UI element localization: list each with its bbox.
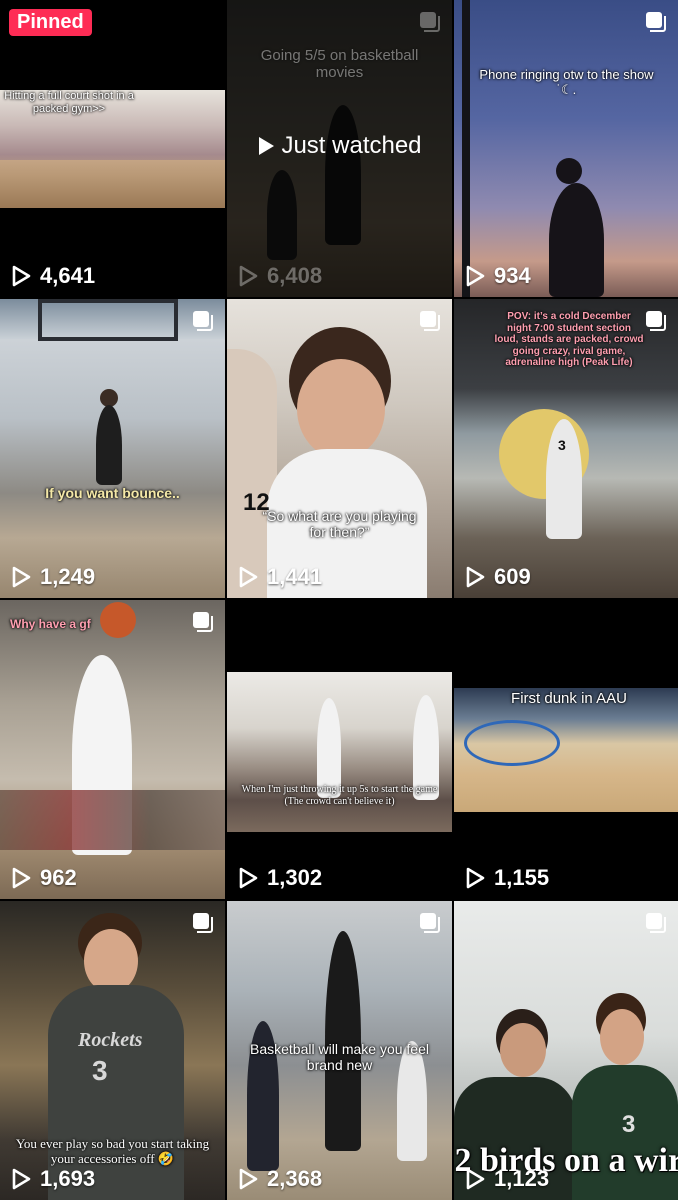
- video-caption: If you want bounce..: [45, 485, 180, 501]
- jersey-number: 3: [622, 1111, 636, 1138]
- play-outline-icon: [12, 1168, 31, 1190]
- carousel-icon: [646, 311, 666, 331]
- carousel-icon: [193, 913, 213, 933]
- play-outline-icon: [239, 867, 258, 889]
- play-outline-icon: [466, 566, 485, 588]
- video-grid: Hitting a full court shot in a packed gy…: [0, 0, 678, 1200]
- just-watched-text: Just watched: [281, 132, 422, 159]
- view-count-value: 1,441: [267, 564, 323, 589]
- carousel-icon: [193, 311, 213, 331]
- person-face: [500, 1023, 546, 1077]
- pole: [462, 0, 470, 297]
- view-count: 1,249: [10, 564, 95, 590]
- carousel-icon: [646, 12, 666, 32]
- view-count-value: 609: [494, 564, 531, 589]
- player-face: [84, 929, 138, 993]
- player-figure: [96, 405, 122, 485]
- person-head: [556, 158, 582, 184]
- video-caption: First dunk in AAU: [511, 690, 627, 707]
- video-tile[interactable]: Phone ringing otw to the show ˙☾. 934: [454, 0, 678, 297]
- carousel-icon: [646, 913, 666, 933]
- video-tile[interactable]: If you want bounce.. 1,249: [0, 299, 225, 598]
- view-count-value: 1,302: [267, 865, 323, 890]
- play-outline-icon: [12, 867, 31, 889]
- view-count-value: 1,123: [494, 1166, 550, 1191]
- video-tile[interactable]: When I'm just throwing it up 5s to start…: [227, 600, 452, 899]
- view-count-value: 1,693: [40, 1166, 96, 1191]
- player-face: [297, 359, 385, 459]
- jersey-number: 3: [558, 437, 566, 453]
- video-caption: Why have a gf: [10, 617, 91, 631]
- view-count: 1,123: [464, 1166, 549, 1192]
- view-count-value: 2,368: [267, 1166, 323, 1191]
- view-count-value: 1,155: [494, 865, 550, 890]
- video-tile[interactable]: Why have a gf 962: [0, 600, 225, 899]
- person-figure: [549, 183, 604, 297]
- video-tile[interactable]: Rockets 3 You ever play so bad you start…: [0, 901, 225, 1200]
- backboard: [38, 299, 178, 341]
- carousel-icon: [420, 311, 440, 331]
- court-floor: [0, 160, 225, 208]
- video-caption: Phone ringing otw to the show ˙☾.: [479, 67, 654, 97]
- video-tile[interactable]: 3 POV: it’s a cold December night 7:00 s…: [454, 299, 678, 598]
- carousel-icon: [193, 612, 213, 632]
- video-tile[interactable]: 3 2 birds on a wire 1,123: [454, 901, 678, 1200]
- crowd: [0, 790, 225, 850]
- play-outline-icon: [12, 566, 31, 588]
- video-caption: Going 5/5 on basketball movies: [260, 47, 419, 82]
- view-count-value: 934: [494, 263, 531, 288]
- view-count: 1,441: [237, 564, 322, 590]
- carousel-icon: [420, 12, 440, 32]
- play-outline-icon: [12, 265, 31, 287]
- play-outline-icon: [239, 1168, 258, 1190]
- jersey-number: 3: [92, 1055, 108, 1086]
- person-face: [600, 1009, 644, 1065]
- view-count-value: 1,249: [40, 564, 96, 589]
- view-count: 934: [464, 263, 531, 289]
- jersey-text: Rockets: [78, 1029, 143, 1051]
- video-caption: “So what are you playing for then?”: [262, 508, 417, 541]
- video-caption: You ever play so bad you start taking yo…: [15, 1136, 210, 1166]
- video-tile[interactable]: Basketball will make you feel brand new …: [227, 901, 452, 1200]
- video-tile[interactable]: Hitting a full court shot in a packed gy…: [0, 0, 225, 297]
- view-count: 1,155: [464, 865, 549, 891]
- view-count: 962: [10, 865, 77, 891]
- video-caption: POV: it’s a cold December night 7:00 stu…: [494, 311, 644, 368]
- video-caption: Basketball will make you feel brand new: [250, 1041, 429, 1074]
- court-line: [464, 720, 560, 766]
- play-outline-icon: [466, 1168, 485, 1190]
- video-tile[interactable]: 12 “So what are you playing for then?” 1…: [227, 299, 452, 598]
- view-count: 4,641: [10, 263, 95, 289]
- view-count-value: 962: [40, 865, 77, 890]
- view-count: 609: [464, 564, 531, 590]
- video-caption: When I'm just throwing it up 5s to start…: [241, 784, 438, 807]
- video-tile[interactable]: Going 5/5 on basketball movies Just watc…: [227, 0, 452, 297]
- video-tile[interactable]: First dunk in AAU 1,155: [454, 600, 678, 899]
- play-outline-icon: [466, 265, 485, 287]
- pinned-badge: Pinned: [9, 9, 92, 36]
- view-count-value: 4,641: [40, 263, 96, 288]
- view-count: 2,368: [237, 1166, 322, 1192]
- play-outline-icon: [239, 566, 258, 588]
- just-watched-label: Just watched: [227, 132, 452, 160]
- view-count: 1,693: [10, 1166, 95, 1192]
- view-count-value: 6,408: [267, 263, 323, 288]
- carousel-icon: [420, 913, 440, 933]
- view-count: 1,302: [237, 865, 322, 891]
- player-figure: [317, 698, 341, 798]
- view-count: 6,408: [237, 263, 322, 289]
- video-caption: Hitting a full court shot in a packed gy…: [4, 90, 134, 115]
- play-solid-icon: [259, 137, 275, 155]
- play-outline-icon: [466, 867, 485, 889]
- play-outline-icon: [239, 265, 258, 287]
